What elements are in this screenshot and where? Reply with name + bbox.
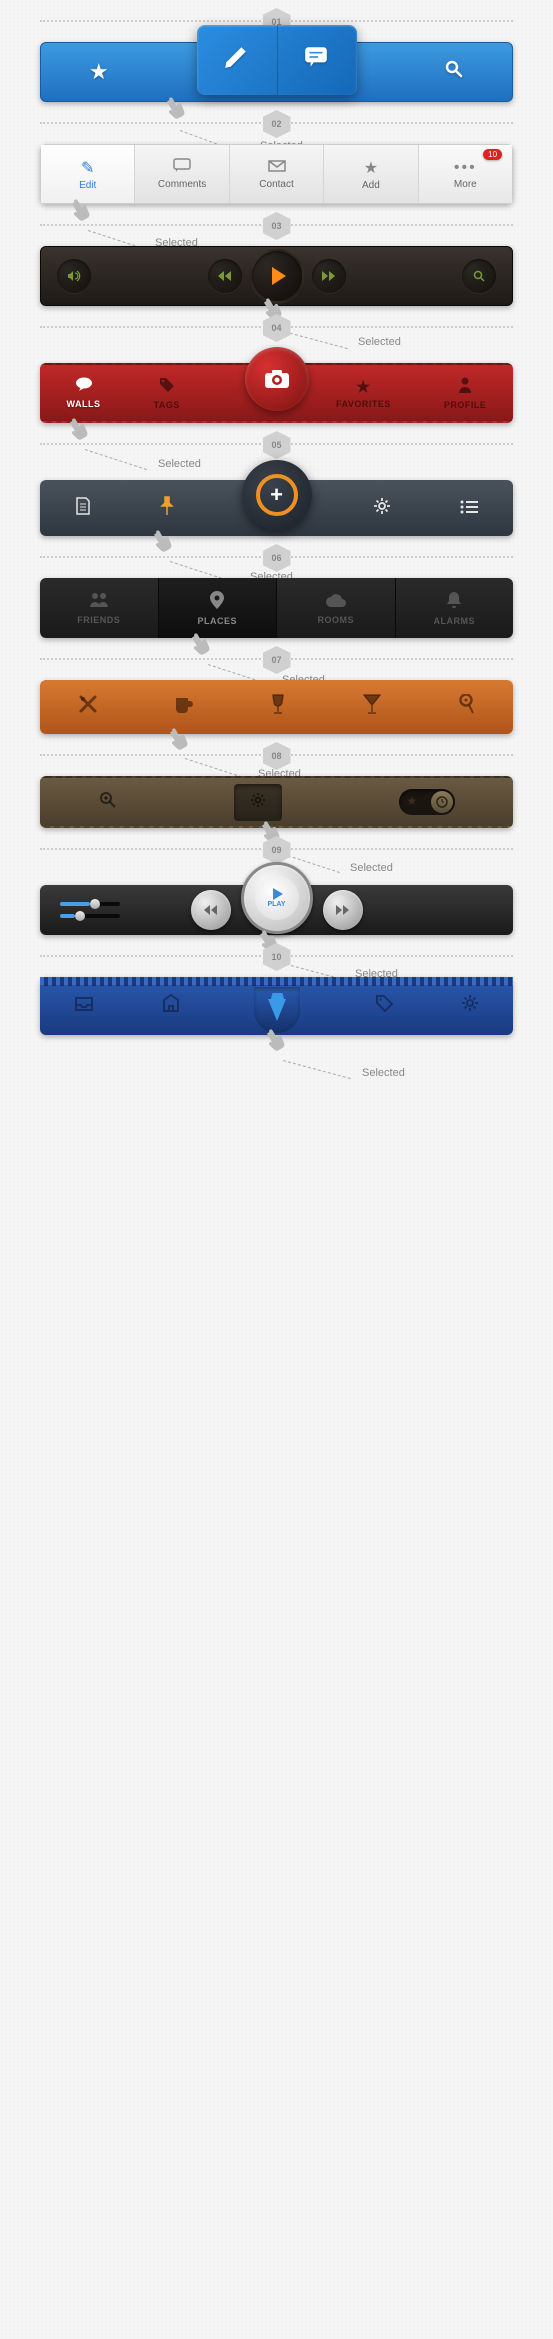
dark-player-bar	[40, 246, 513, 306]
zoom-in-icon[interactable]	[99, 791, 117, 814]
rooms-tab[interactable]: ROOMS	[277, 578, 396, 638]
star-icon: ★	[356, 377, 371, 397]
camera-button[interactable]	[245, 347, 309, 411]
bell-icon	[446, 591, 462, 614]
section-badge: 10	[263, 943, 291, 971]
selected-popup	[197, 25, 357, 95]
section-badge: 07	[263, 646, 291, 674]
tab-label: Add	[362, 180, 380, 191]
document-icon[interactable]	[75, 497, 91, 520]
section-badge: 05	[263, 431, 291, 459]
contact-tab[interactable]: Contact	[230, 145, 324, 203]
more-tab[interactable]: 10 ••• More	[419, 145, 512, 203]
more-icon: •••	[454, 159, 477, 177]
toggle-switch[interactable]: ★	[399, 789, 455, 815]
slate-tab-bar: +	[40, 480, 513, 536]
mug-icon[interactable]	[174, 694, 194, 720]
rewind-button[interactable]	[191, 890, 231, 930]
badge-count: 10	[483, 149, 502, 160]
utensils-icon[interactable]	[78, 694, 98, 720]
star-icon[interactable]: ★	[89, 59, 109, 85]
rewind-button[interactable]	[208, 259, 242, 293]
tab-label: Edit	[79, 180, 96, 191]
tag-icon	[159, 377, 175, 398]
forward-button[interactable]	[312, 259, 346, 293]
volume-button[interactable]	[57, 259, 91, 293]
comments-tab[interactable]: Comments	[135, 145, 229, 203]
tab-label: WALLS	[67, 399, 101, 409]
tab-label: FAVORITES	[336, 399, 391, 409]
tab-label: TAGS	[154, 400, 180, 410]
tags-tab[interactable]: TAGS	[154, 377, 180, 410]
pin-icon[interactable]	[160, 496, 174, 521]
cocktail-icon[interactable]	[363, 694, 381, 720]
tab-label: Contact	[259, 179, 293, 190]
tag-icon[interactable]	[375, 994, 393, 1018]
tab-label: ROOMS	[317, 615, 354, 625]
list-icon[interactable]	[460, 498, 478, 519]
tab-label: ALARMS	[434, 616, 476, 626]
metal-player-bar: PLAY	[40, 885, 513, 935]
star-icon: ★	[407, 794, 418, 808]
section-badge: 08	[263, 742, 291, 770]
envelope-icon	[268, 159, 286, 177]
dark-tabs-bar: FRIENDS PLACES ROOMS ALARMS	[40, 578, 513, 638]
play-button[interactable]	[250, 249, 304, 303]
chat-icon[interactable]	[302, 44, 330, 76]
walls-tab[interactable]: WALLS	[67, 377, 101, 409]
person-icon	[458, 377, 472, 398]
cloud-icon	[325, 592, 347, 613]
play-button[interactable]: PLAY	[241, 862, 313, 934]
inbox-icon[interactable]	[74, 995, 94, 1018]
search-button[interactable]	[462, 259, 496, 293]
pencil-icon: ✎	[81, 158, 94, 178]
tab-label: PLACES	[197, 616, 237, 626]
tab-label: PROFILE	[444, 400, 487, 410]
search-icon[interactable]	[444, 59, 464, 85]
wine-glass-icon[interactable]	[270, 694, 286, 720]
add-button[interactable]: +	[242, 460, 312, 530]
section-badge: 02	[263, 110, 291, 138]
people-icon	[88, 592, 110, 613]
toggle-knob	[431, 791, 453, 813]
blue-tab-bar: ★	[40, 42, 513, 102]
gear-icon[interactable]	[234, 784, 282, 821]
tie-button[interactable]	[247, 977, 307, 1035]
denim-bar	[40, 977, 513, 1035]
gear-icon[interactable]	[461, 994, 479, 1018]
gear-icon[interactable]	[373, 497, 391, 520]
tab-label: FRIENDS	[77, 615, 120, 625]
chat-bubble-icon	[75, 377, 93, 397]
favorites-tab[interactable]: ★ FAVORITES	[336, 377, 391, 409]
edit-tab[interactable]: ✎ Edit	[41, 145, 135, 203]
slider-2[interactable]	[60, 914, 120, 918]
profile-tab[interactable]: PROFILE	[444, 377, 487, 410]
star-icon: ★	[364, 158, 378, 178]
places-tab[interactable]: PLACES	[159, 578, 278, 638]
tab-label: Comments	[158, 179, 206, 190]
building-icon[interactable]	[162, 994, 180, 1018]
lollipop-icon[interactable]	[457, 694, 475, 720]
leather-bar: ★	[40, 776, 513, 828]
comment-icon	[173, 158, 191, 177]
add-tab[interactable]: ★ Add	[324, 145, 418, 203]
section-badge: 06	[263, 544, 291, 572]
wood-bar	[40, 680, 513, 734]
pencil-icon[interactable]	[223, 44, 249, 76]
forward-button[interactable]	[323, 890, 363, 930]
friends-tab[interactable]: FRIENDS	[40, 578, 159, 638]
section-badge: 03	[263, 212, 291, 240]
pin-icon	[210, 591, 224, 614]
alarms-tab[interactable]: ALARMS	[396, 578, 514, 638]
tab-label: More	[454, 179, 477, 190]
section-badge: 09	[263, 836, 291, 864]
slider-1[interactable]	[60, 902, 120, 906]
selected-label: Selected	[362, 1067, 405, 1079]
red-leather-bar: WALLS TAGS ★ FAVORITES PROFILE	[40, 363, 513, 423]
light-tab-bar: ✎ Edit Comments Contact ★ Add 10 ••• Mor…	[40, 144, 513, 204]
section-badge: 04	[263, 314, 291, 342]
